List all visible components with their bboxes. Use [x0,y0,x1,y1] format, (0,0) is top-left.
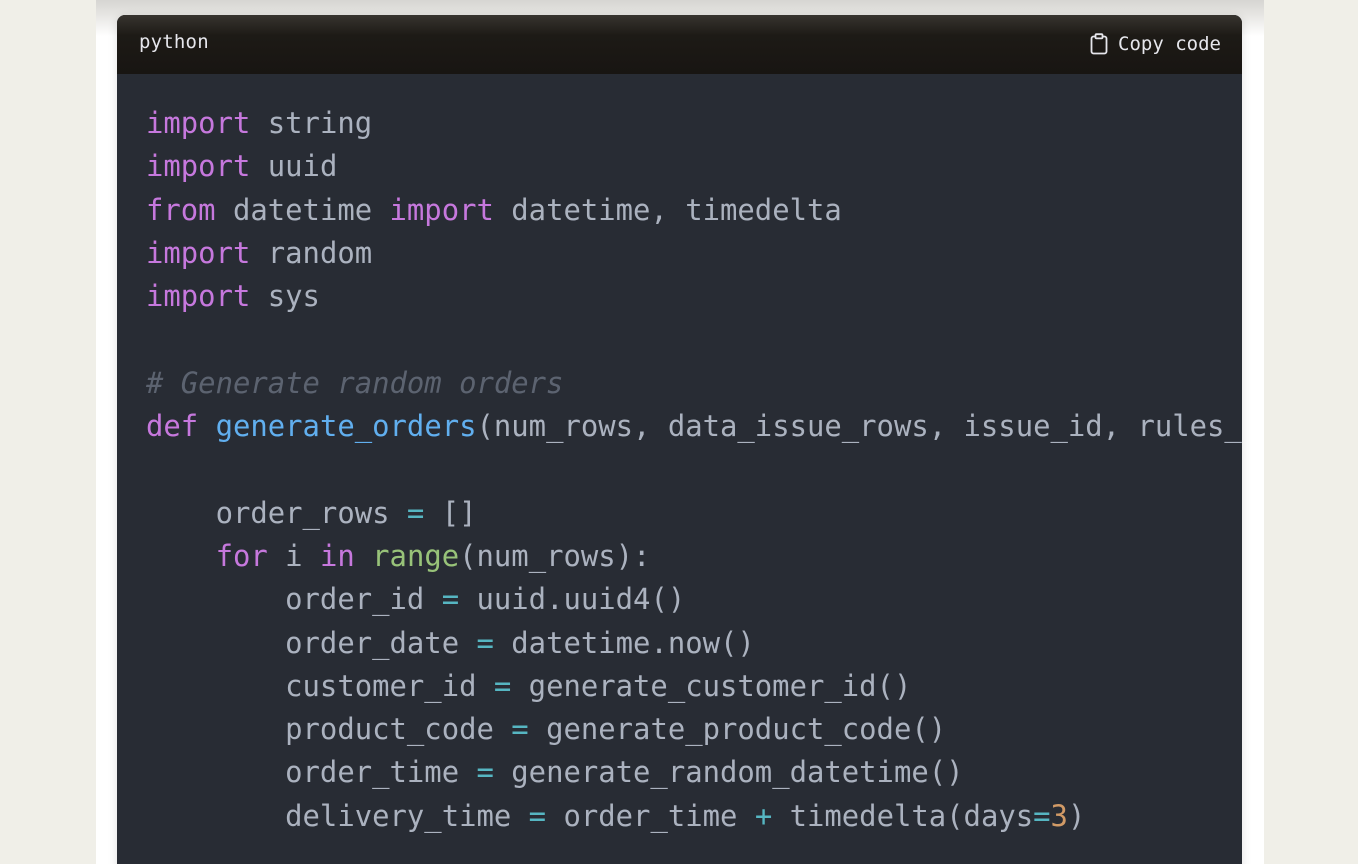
code-token: 3 [1050,798,1068,833]
code-line: customer_id = generate_customer_id() [146,665,1242,708]
code-token: generate_random_datetime() [493,755,964,790]
code-token: import [146,149,251,184]
code-block-header: python Copy code [117,15,1242,74]
code-token: sys [250,279,320,314]
code-line: import string [146,102,1242,145]
code-line: product_code = generate_product_code() [146,708,1242,751]
code-token: import [146,235,251,270]
code-text: import string import uuid from datetime im… [146,102,1242,838]
code-token: import [389,192,494,227]
code-token: (num_rows): [459,538,651,573]
code-token: = [476,755,494,790]
code-token: import [146,279,251,314]
code-line: order_rows = [] [146,492,1242,535]
code-token: order_id [146,582,442,617]
code-token: range [372,538,460,573]
copy-code-label: Copy code [1118,33,1221,55]
code-language-label: python [139,31,209,53]
code-body: import string import uuid from datetime im… [117,74,1242,864]
code-token: uuid.uuid4() [459,582,686,617]
code-token: [] [424,495,477,530]
code-token: string [250,106,373,140]
code-token: random [250,235,373,270]
code-token: customer_id [146,668,494,703]
code-token: (num_rows, data_issue_rows, issue_id, ru… [476,409,1242,444]
code-token: uuid [250,149,338,184]
code-line: order_date = datetime.now() [146,622,1242,665]
code-token: timedelta(days [772,798,1034,833]
code-line: from datetime import datetime, timedelta [146,189,1242,232]
code-line: import sys [146,275,1242,318]
code-token: generate_product_code() [528,712,947,747]
code-line: order_id = uuid.uuid4() [146,578,1242,621]
code-token: i [267,538,320,573]
code-token: = [493,668,512,703]
code-token: generate_customer_id() [511,668,912,703]
code-block: python Copy code import string import uui… [117,15,1242,864]
code-token: = [476,625,494,660]
code-line: # Generate random orders [146,362,1242,405]
code-line: import random [146,232,1242,275]
code-token: from [146,192,216,227]
code-token: order_rows [146,495,407,530]
code-token: datetime [215,192,390,227]
code-line: import uuid [146,145,1242,188]
code-token: order_time [146,755,477,790]
code-token: = [406,495,425,530]
page: python Copy code import string import uui… [0,0,1358,864]
code-token: # Generate random orders [146,365,564,400]
code-line: def generate_orders(num_rows, data_issue… [146,405,1242,448]
code-token: in [319,538,355,573]
code-token: for [215,538,268,573]
clipboard-icon [1089,33,1109,55]
code-line: for i in range(num_rows): [146,535,1242,578]
code-token: order_date [146,625,477,660]
code-token: delivery_time [146,798,529,833]
code-token: datetime, timedelta [493,192,842,227]
code-token: = [1033,798,1051,833]
copy-code-button[interactable]: Copy code [1089,33,1221,55]
code-token: ) [1067,798,1086,833]
code-token: datetime.now() [493,625,755,660]
code-token: = [511,712,529,747]
code-token: def [146,409,199,444]
code-token: order_time [546,798,755,833]
code-token: import [146,106,251,140]
code-token: generate_orders [215,409,477,444]
code-token: product_code [146,712,512,747]
code-line: order_time = generate_random_datetime() [146,751,1242,794]
code-token: = [441,582,460,617]
code-line: delivery_time = order_time + timedelta(d… [146,795,1242,838]
code-token: + [754,798,773,833]
code-token: = [528,798,547,833]
